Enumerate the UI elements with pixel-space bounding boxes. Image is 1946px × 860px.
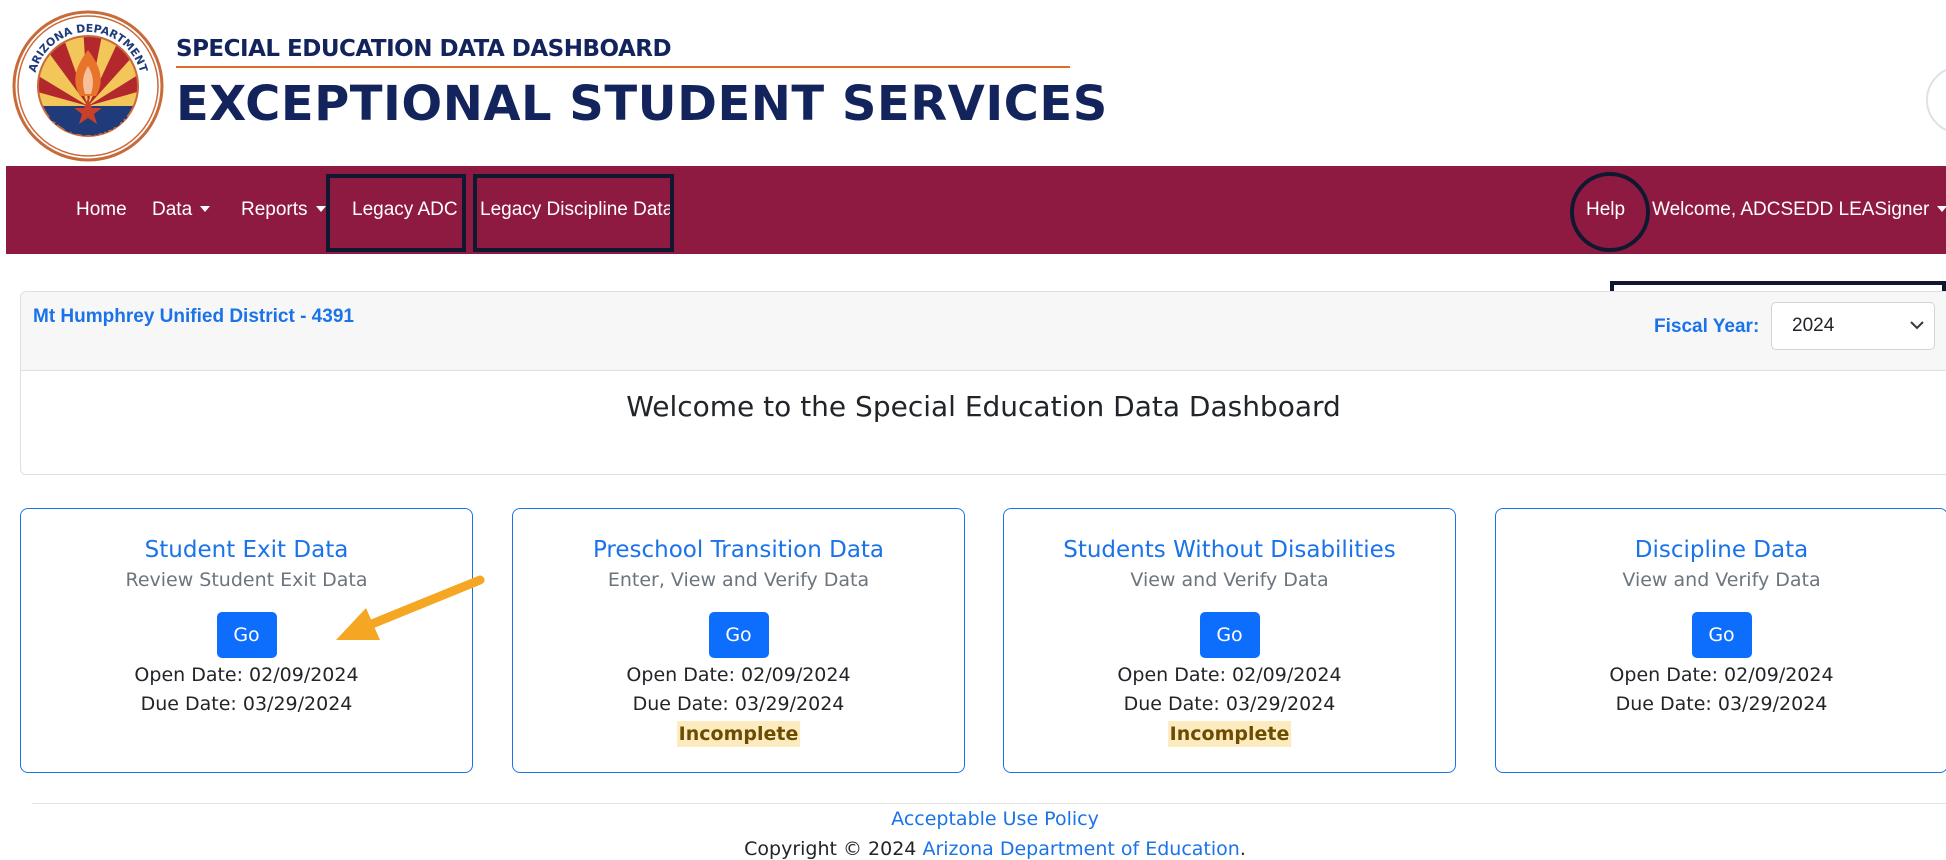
go-button-preschool-transition[interactable]: Go — [708, 612, 769, 658]
dashboard-subtitle: SPECIAL EDUCATION DATA DASHBOARD — [176, 36, 672, 62]
nav-reports-label: Reports — [241, 199, 308, 220]
highlight-box-legacy-discipline — [473, 174, 674, 252]
copyright-text: Copyright © 2024 — [744, 838, 917, 860]
highlight-box-legacy-adc — [326, 174, 466, 252]
status-badge: Incomplete — [1167, 721, 1292, 747]
copyright-period: . — [1239, 838, 1246, 860]
user-menu-label: Welcome, ADCSEDD LEASigner — [1652, 199, 1930, 220]
main-navbar: Home Data Reports Legacy ADC Legacy Disc… — [6, 166, 1946, 254]
nav-home[interactable]: Home — [76, 166, 127, 254]
card-preschool-transition: Preschool Transition Data Enter, View an… — [512, 508, 965, 773]
highlight-circle-help — [1570, 172, 1650, 252]
fiscal-year-label: Fiscal Year: — [1654, 316, 1760, 337]
profile-circle-button[interactable] — [1926, 66, 1946, 134]
due-date: Due Date: 03/29/2024 — [140, 693, 353, 715]
go-button-student-exit[interactable]: Go — [216, 612, 277, 658]
welcome-heading: Welcome to the Special Education Data Da… — [626, 390, 1341, 423]
open-date: Open Date: 02/09/2024 — [1609, 664, 1834, 686]
nav-data-label: Data — [152, 199, 193, 220]
status-badge: Incomplete — [676, 721, 801, 747]
annotation-arrow-icon — [336, 575, 485, 640]
card-title: Students Without Disabilities — [1063, 537, 1396, 563]
user-menu-dropdown[interactable]: Welcome, ADCSEDD LEASigner — [1652, 166, 1946, 254]
acceptable-use-policy-label: Acceptable Use Policy — [891, 808, 1099, 830]
nav-reports-dropdown[interactable]: Reports — [241, 166, 326, 254]
open-date: Open Date: 02/09/2024 — [134, 664, 359, 686]
footer-copyright: Copyright © 2024 Arizona Department of E… — [0, 838, 1946, 860]
card-subtitle: View and Verify Data — [1130, 569, 1329, 591]
title-divider — [176, 66, 1070, 68]
open-date: Open Date: 02/09/2024 — [1117, 664, 1342, 686]
card-subtitle: Enter, View and Verify Data — [607, 569, 870, 591]
due-date: Due Date: 03/29/2024 — [1123, 693, 1336, 715]
fiscal-year-select[interactable]: 2024 — [1771, 302, 1935, 350]
card-title: Student Exit Data — [144, 537, 349, 563]
ade-logo: ARIZONA DEPARTMENT OF EDUCATION — [12, 10, 164, 162]
caret-down-icon — [200, 206, 211, 212]
card-title: Preschool Transition Data — [592, 537, 885, 563]
card-discipline-data: Discipline Data View and Verify Data Go … — [1495, 508, 1946, 773]
card-title: Discipline Data — [1634, 537, 1809, 563]
nav-home-label: Home — [76, 199, 127, 220]
due-date: Due Date: 03/29/2024 — [632, 693, 845, 715]
caret-down-icon — [315, 206, 326, 212]
acceptable-use-policy-link[interactable]: Acceptable Use Policy — [0, 808, 1946, 830]
nav-data-dropdown[interactable]: Data — [152, 166, 211, 254]
footer-divider — [32, 803, 1946, 804]
chevron-down-icon — [1910, 321, 1924, 330]
card-students-without-disabilities: Students Without Disabilities View and V… — [1003, 508, 1456, 773]
due-date: Due Date: 03/29/2024 — [1615, 693, 1828, 715]
page-title: EXCEPTIONAL STUDENT SERVICES — [176, 76, 1108, 132]
go-button-students-without-disabilities[interactable]: Go — [1199, 612, 1260, 658]
card-subtitle: View and Verify Data — [1622, 569, 1821, 591]
fiscal-year-value: 2024 — [1792, 315, 1835, 336]
open-date: Open Date: 02/09/2024 — [626, 664, 851, 686]
caret-down-icon — [1937, 206, 1946, 212]
ade-link[interactable]: Arizona Department of Education — [922, 838, 1239, 860]
district-name: Mt Humphrey Unified District - 4391 — [33, 306, 354, 327]
go-button-discipline-data[interactable]: Go — [1691, 612, 1752, 658]
